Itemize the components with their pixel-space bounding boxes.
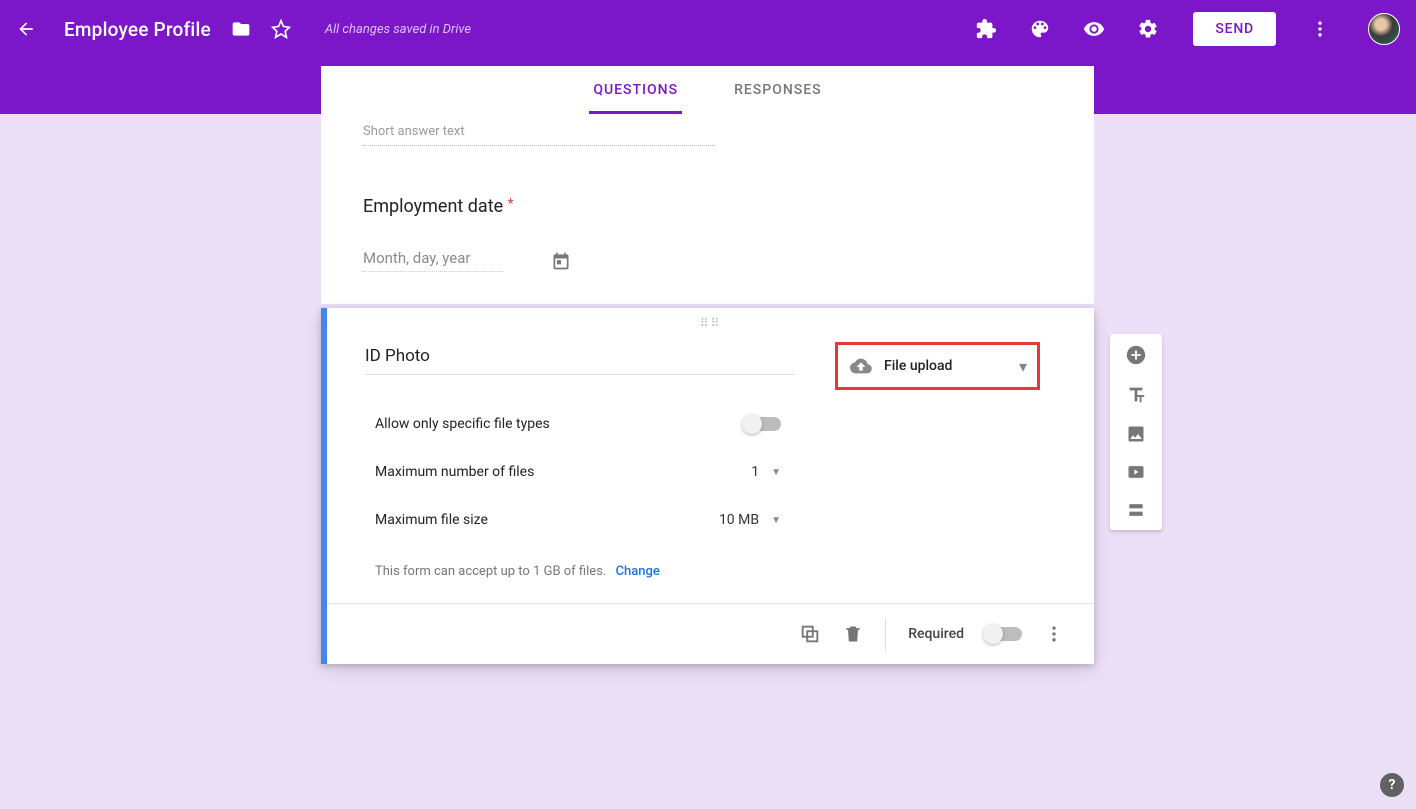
toggle-required[interactable] xyxy=(986,627,1022,641)
send-button[interactable]: SEND xyxy=(1193,12,1276,46)
add-video-icon[interactable] xyxy=(1126,462,1146,482)
question-employment-date[interactable]: Employment date * Month, day, year xyxy=(321,170,1094,304)
star-icon[interactable] xyxy=(271,19,291,39)
help-button[interactable]: ? xyxy=(1380,773,1404,797)
addons-icon[interactable] xyxy=(975,18,997,40)
add-title-icon[interactable] xyxy=(1125,384,1147,406)
folder-icon[interactable] xyxy=(231,19,251,39)
save-status: All changes saved in Drive xyxy=(325,22,471,37)
option-max-files: Maximum number of files 1 ▼ xyxy=(327,448,1094,496)
avatar[interactable] xyxy=(1368,13,1400,45)
chevron-down-icon: ▼ xyxy=(771,467,781,478)
short-answer-placeholder: Short answer text xyxy=(363,124,715,146)
cloud-upload-icon xyxy=(850,355,872,377)
option-allow-specific-types: Allow only specific file types xyxy=(327,400,1094,448)
previous-question-short-answer[interactable]: Short answer text xyxy=(321,114,1094,170)
toolbar: Employee Profile All changes saved in Dr… xyxy=(0,0,1416,58)
max-files-dropdown[interactable]: 1 ▼ xyxy=(751,464,781,480)
duplicate-icon[interactable] xyxy=(799,623,821,645)
required-label: Required xyxy=(908,626,964,642)
add-question-icon[interactable] xyxy=(1125,344,1147,366)
form-card: QUESTIONS RESPONSES Short answer text Em… xyxy=(321,66,1094,664)
question-title-text: Employment date xyxy=(363,196,503,217)
option-max-size: Maximum file size 10 MB ▼ xyxy=(327,496,1094,544)
back-icon[interactable] xyxy=(16,19,36,39)
settings-icon[interactable] xyxy=(1137,18,1159,40)
question-title: Employment date * xyxy=(363,196,1052,217)
max-files-value: 1 xyxy=(751,464,759,480)
option-label: Allow only specific file types xyxy=(375,416,745,432)
palette-icon[interactable] xyxy=(1029,18,1051,40)
question-footer: Required xyxy=(327,603,1094,664)
change-limit-link[interactable]: Change xyxy=(616,564,660,579)
question-title-input[interactable] xyxy=(365,342,795,375)
side-toolbar xyxy=(1110,334,1162,530)
date-field: Month, day, year xyxy=(363,249,1052,272)
delete-icon[interactable] xyxy=(843,624,863,644)
date-placeholder: Month, day, year xyxy=(363,249,503,272)
drag-handle-icon[interactable]: ⠿⠿ xyxy=(700,316,722,330)
divider xyxy=(885,618,886,650)
questions-panel: Short answer text Employment date * Mont… xyxy=(321,114,1094,304)
question-type-dropdown[interactable]: File upload ▾ xyxy=(835,342,1040,390)
preview-icon[interactable] xyxy=(1083,18,1105,40)
file-limit-note: This form can accept up to 1 GB of files… xyxy=(327,544,1094,603)
tab-questions[interactable]: QUESTIONS xyxy=(589,66,682,114)
option-label: Maximum file size xyxy=(375,512,719,528)
add-image-icon[interactable] xyxy=(1126,424,1146,444)
form-title[interactable]: Employee Profile xyxy=(64,18,211,41)
required-star: * xyxy=(508,196,514,212)
chevron-down-icon: ▼ xyxy=(771,515,781,526)
chevron-down-icon: ▾ xyxy=(1019,357,1027,376)
limit-text: This form can accept up to 1 GB of files… xyxy=(375,564,606,579)
toggle-allow-specific[interactable] xyxy=(745,417,781,431)
question-id-photo-selected[interactable]: ⠿⠿ File upload ▾ Allow only specific fil… xyxy=(321,308,1094,664)
tab-responses[interactable]: RESPONSES xyxy=(730,66,826,114)
max-size-dropdown[interactable]: 10 MB ▼ xyxy=(719,512,781,528)
tabs: QUESTIONS RESPONSES xyxy=(321,66,1094,114)
more-icon[interactable] xyxy=(1310,19,1330,39)
calendar-icon xyxy=(551,251,571,271)
question-type-label: File upload xyxy=(884,358,952,374)
option-label: Maximum number of files xyxy=(375,464,751,480)
add-section-icon[interactable] xyxy=(1126,500,1146,520)
more-options-icon[interactable] xyxy=(1044,624,1064,644)
max-size-value: 10 MB xyxy=(719,512,759,528)
